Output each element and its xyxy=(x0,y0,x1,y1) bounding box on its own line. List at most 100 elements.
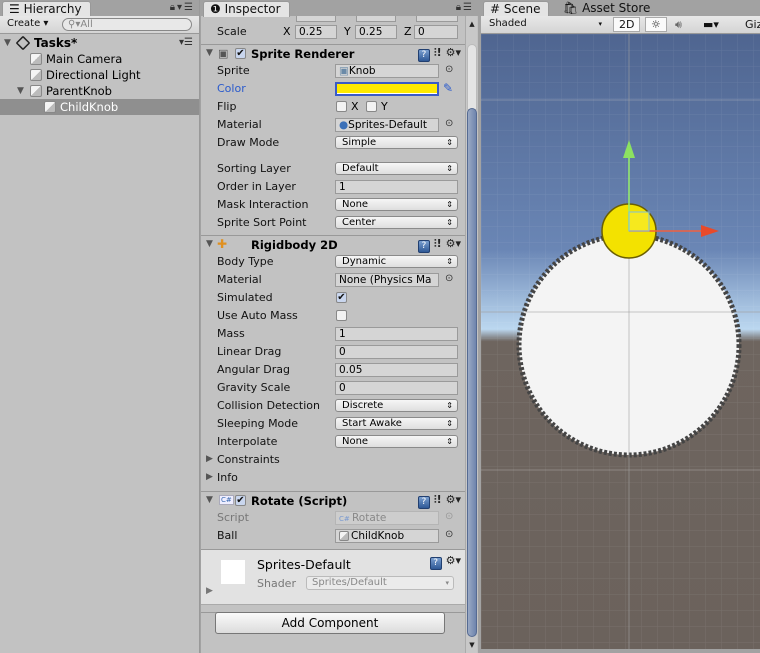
effects-toggle-icon[interactable]: ▬▾ xyxy=(697,17,725,32)
preset-icon[interactable]: ⫶! xyxy=(434,237,442,250)
info-foldout[interactable]: ▶ Info xyxy=(201,469,465,487)
dropdown-arrows-icon: ⇕ xyxy=(446,419,453,428)
add-component-button[interactable]: Add Component xyxy=(215,612,445,634)
expand-arrow-icon[interactable]: ▼ xyxy=(17,83,24,99)
expand-arrow-icon[interactable]: ▶ xyxy=(206,472,213,482)
order-in-layer-field[interactable]: 1 xyxy=(335,180,458,194)
gameobject-icon xyxy=(339,531,349,541)
rotation-x-field[interactable] xyxy=(296,16,336,22)
search-icon: ⚲▾ xyxy=(68,19,81,30)
hierarchy-panel: ☰ Hierarchy 🔒︎▾☰ Create ▾ ⚲▾All ▼ Tasks*… xyxy=(0,0,200,653)
preset-icon[interactable]: ⫶! xyxy=(434,46,442,59)
ball-field[interactable]: ChildKnob xyxy=(335,529,439,543)
expand-arrow-icon[interactable]: ▶ xyxy=(206,586,213,596)
sprite-renderer-header[interactable]: ▼ ▣ ✔ Sprite Renderer ? ⫶! ⚙▾ xyxy=(201,44,465,62)
dropdown-arrows-icon: ⇕ xyxy=(446,164,453,173)
object-picker-icon[interactable]: ⊙ xyxy=(445,529,453,540)
scene-menu-icon[interactable]: ▾☰ xyxy=(179,35,193,51)
help-icon[interactable]: ? xyxy=(417,496,430,509)
gizmos-dropdown[interactable]: Giz xyxy=(739,17,760,32)
scene-root-row[interactable]: ▼ Tasks* ▾☰ xyxy=(0,35,199,51)
hierarchy-item-selected[interactable]: ChildKnob xyxy=(0,99,199,115)
expand-arrow-icon[interactable]: ▶ xyxy=(206,454,213,464)
scale-z-field[interactable]: 0 xyxy=(414,25,458,39)
scrollbar-thumb[interactable] xyxy=(467,108,477,637)
inspector-scrollbar[interactable]: ▲ ▼ xyxy=(465,16,477,653)
collapse-arrow-icon[interactable]: ▼ xyxy=(206,495,213,505)
scroll-up-icon[interactable]: ▲ xyxy=(466,18,478,30)
mask-interaction-dropdown[interactable]: None ⇕ xyxy=(335,198,458,211)
gear-icon[interactable]: ⚙▾ xyxy=(446,493,461,506)
sorting-layer-dropdown[interactable]: Default ⇕ xyxy=(335,162,458,175)
info-icon: ❶ xyxy=(210,2,225,16)
auto-mass-checkbox[interactable] xyxy=(336,310,347,321)
material-field[interactable]: ●Sprites-Default xyxy=(335,118,439,132)
2d-mode-toggle[interactable]: 2D xyxy=(613,17,641,32)
object-picker-icon[interactable]: ⊙ xyxy=(445,118,453,129)
hierarchy-search-input[interactable]: ⚲▾All xyxy=(62,18,192,31)
tab-inspector[interactable]: ❶ Inspector xyxy=(203,1,290,17)
create-button[interactable]: Create ▾ xyxy=(2,17,53,32)
interpolate-dropdown[interactable]: None ⇕ xyxy=(335,435,458,448)
hierarchy-item[interactable]: Main Camera xyxy=(0,51,199,67)
color-field[interactable] xyxy=(335,82,439,96)
scrollbar-track-top xyxy=(467,44,477,110)
sprite-sort-point-dropdown[interactable]: Center ⇕ xyxy=(335,216,458,229)
grid-icon: # xyxy=(490,2,504,16)
mass-field[interactable]: 1 xyxy=(335,327,458,341)
help-icon[interactable]: ? xyxy=(417,49,430,62)
sleeping-mode-row: Sleeping Mode Start Awake ⇕ xyxy=(201,415,465,433)
gravity-scale-field[interactable]: 0 xyxy=(335,381,458,395)
draw-mode-row: Draw Mode Simple ⇕ xyxy=(201,134,465,152)
preset-icon[interactable]: ⫶! xyxy=(434,493,442,506)
rotation-z-field[interactable] xyxy=(416,16,458,22)
tab-scene[interactable]: # Scene xyxy=(483,1,550,17)
eyedropper-icon[interactable]: ✎ xyxy=(443,81,453,95)
collision-detection-dropdown[interactable]: Discrete ⇕ xyxy=(335,399,458,412)
scroll-down-icon[interactable]: ▼ xyxy=(466,639,478,651)
sprite-field[interactable]: ▣Knob xyxy=(335,64,439,78)
angular-drag-field[interactable]: 0.05 xyxy=(335,363,458,377)
constraints-foldout[interactable]: ▶ Constraints xyxy=(201,451,465,469)
hierarchy-item[interactable]: ▼ ParentKnob xyxy=(0,83,199,99)
sleeping-mode-dropdown[interactable]: Start Awake ⇕ xyxy=(335,417,458,430)
collapse-arrow-icon[interactable]: ▼ xyxy=(206,48,213,58)
gear-icon[interactable]: ⚙▾ xyxy=(446,237,461,250)
scale-x-field[interactable]: 0.25 xyxy=(295,25,337,39)
linear-drag-field[interactable]: 0 xyxy=(335,345,458,359)
tab-asset-store[interactable]: 🛍︎ Asset Store xyxy=(557,1,658,17)
sprite-renderer-enabled-checkbox[interactable]: ✔ xyxy=(235,48,246,59)
lighting-toggle-icon[interactable]: ☼ xyxy=(645,17,667,32)
mass-row: Mass 1 xyxy=(201,325,465,343)
expand-arrow-icon[interactable]: ▼ xyxy=(4,35,11,51)
rotate-script-header[interactable]: ▼ C# ✔ Rotate (Script) ? ⫶! ⚙▾ xyxy=(201,491,465,509)
gear-icon[interactable]: ⚙▾ xyxy=(446,554,461,567)
hierarchy-toolbar: Create ▾ ⚲▾All xyxy=(0,16,199,34)
tab-hierarchy[interactable]: ☰ Hierarchy xyxy=(2,1,91,17)
rotate-script-enabled-checkbox[interactable]: ✔ xyxy=(235,495,246,506)
rotation-y-field[interactable] xyxy=(356,16,396,22)
flip-x-checkbox[interactable] xyxy=(336,101,347,112)
rigidbody2d-header[interactable]: ▼ ✚ Rigidbody 2D ? ⫶! ⚙▾ xyxy=(201,235,465,253)
body-type-dropdown[interactable]: Dynamic ⇕ xyxy=(335,255,458,268)
collapse-arrow-icon[interactable]: ▼ xyxy=(206,239,213,249)
physics-material-field[interactable]: None (Physics Ma xyxy=(335,273,439,287)
shading-mode-dropdown[interactable]: Shaded ▾ xyxy=(484,17,606,32)
flip-y-checkbox[interactable] xyxy=(366,101,377,112)
scale-y-field[interactable]: 0.25 xyxy=(355,25,397,39)
help-icon[interactable]: ? xyxy=(417,240,430,253)
script-field: C# Rotate xyxy=(335,511,439,525)
lock-icon[interactable]: 🔒︎☰ xyxy=(456,2,474,13)
simulated-checkbox[interactable]: ✔ xyxy=(336,292,347,303)
draw-mode-dropdown[interactable]: Simple ⇕ xyxy=(335,136,458,149)
object-picker-icon[interactable]: ⊙ xyxy=(445,273,453,284)
gear-icon[interactable]: ⚙▾ xyxy=(446,46,461,59)
sprite-row: Sprite ▣Knob ⊙ xyxy=(217,64,454,78)
scene-viewport[interactable] xyxy=(481,34,760,649)
help-icon[interactable]: ? xyxy=(429,557,442,570)
hierarchy-item[interactable]: Directional Light xyxy=(0,67,199,83)
shader-dropdown[interactable]: Sprites/Default ▾ xyxy=(306,576,454,590)
lock-icon[interactable]: 🔒︎▾☰ xyxy=(170,2,195,13)
object-picker-icon[interactable]: ⊙ xyxy=(445,64,453,75)
audio-toggle-icon[interactable]: 🔊︎ xyxy=(669,17,688,32)
